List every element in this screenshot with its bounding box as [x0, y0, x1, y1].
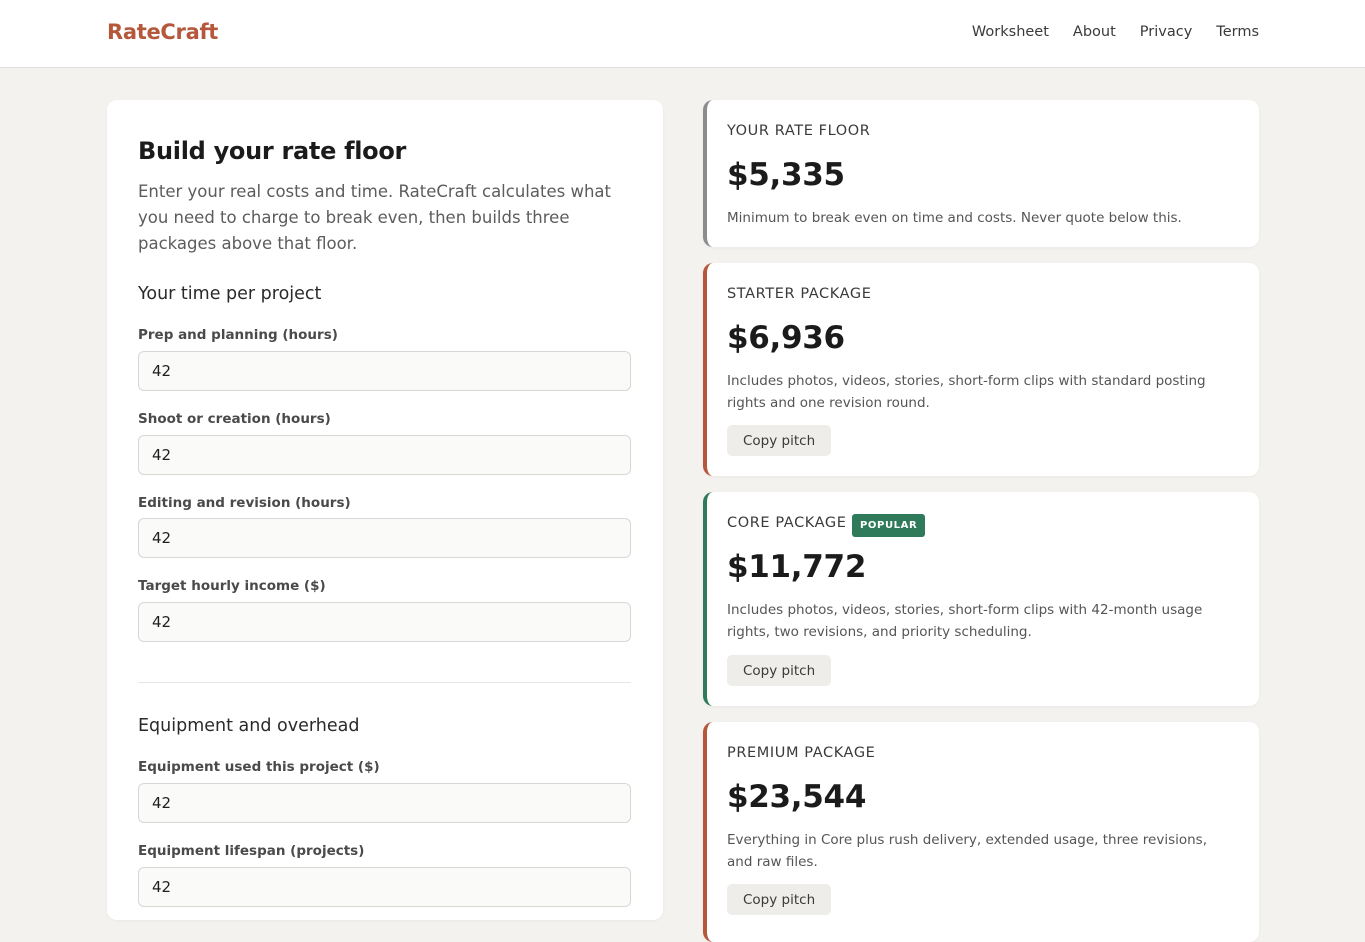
section-divider	[138, 682, 631, 683]
shoot-hours-label: Shoot or creation (hours)	[138, 411, 331, 427]
shoot-hours-input[interactable]	[138, 435, 631, 475]
equipment-cost-label: Equipment used this project ($)	[138, 759, 380, 775]
rate-floor-card: YOUR RATE FLOOR $5,335 Minimum to break …	[703, 100, 1259, 247]
premium-package-label: PREMIUM PACKAGE	[727, 745, 876, 761]
prep-hours-label: Prep and planning (hours)	[138, 327, 338, 343]
editing-hours-label: Editing and revision (hours)	[138, 495, 351, 511]
prep-hours-input[interactable]	[138, 351, 631, 391]
main-nav: Worksheet About Privacy Terms	[972, 24, 1259, 40]
section-equipment-title: Equipment and overhead	[138, 716, 360, 736]
nav-privacy[interactable]: Privacy	[1140, 24, 1193, 40]
starter-package-label: STARTER PACKAGE	[727, 286, 872, 302]
popular-badge: POPULAR	[852, 514, 926, 537]
rate-floor-desc: Minimum to break even on time and costs.…	[727, 210, 1182, 226]
hourly-income-label: Target hourly income ($)	[138, 578, 326, 594]
top-bar: RateCraft Worksheet About Privacy Terms	[0, 0, 1365, 68]
equipment-lifespan-input[interactable]	[138, 867, 631, 907]
premium-package-desc: Everything in Core plus rush delivery, e…	[727, 832, 1207, 870]
premium-package-card: PREMIUM PACKAGE $23,544 Everything in Co…	[703, 722, 1259, 942]
rate-form-card: Build your rate floor Enter your real co…	[107, 100, 663, 920]
nav-about[interactable]: About	[1073, 24, 1116, 40]
starter-copy-pitch-button[interactable]: Copy pitch	[727, 425, 832, 456]
starter-package-card: STARTER PACKAGE $6,936 Includes photos, …	[703, 263, 1259, 476]
core-copy-pitch-button[interactable]: Copy pitch	[727, 655, 832, 686]
nav-worksheet[interactable]: Worksheet	[972, 24, 1049, 40]
starter-package-desc: Includes photos, videos, stories, short-…	[727, 373, 1206, 411]
starter-package-price: $6,936	[727, 320, 845, 356]
nav-terms[interactable]: Terms	[1216, 24, 1259, 40]
core-package-card: CORE PACKAGE POPULAR $11,772 Includes ph…	[703, 492, 1259, 706]
core-package-label: CORE PACKAGE	[727, 515, 847, 531]
equipment-lifespan-label: Equipment lifespan (projects)	[138, 843, 365, 859]
brand-logo[interactable]: RateCraft	[107, 20, 218, 44]
premium-package-price: $23,544	[727, 779, 867, 815]
core-package-desc: Includes photos, videos, stories, short-…	[727, 602, 1203, 640]
form-title: Build your rate floor	[138, 137, 407, 165]
rate-floor-price: $5,335	[727, 157, 845, 193]
form-intro: Enter your real costs and time. RateCraf…	[138, 182, 611, 253]
editing-hours-input[interactable]	[138, 518, 631, 558]
equipment-cost-input[interactable]	[138, 783, 631, 823]
core-package-price: $11,772	[727, 549, 867, 585]
hourly-income-input[interactable]	[138, 602, 631, 642]
rate-floor-label: YOUR RATE FLOOR	[727, 123, 871, 139]
section-time-title: Your time per project	[138, 284, 322, 304]
